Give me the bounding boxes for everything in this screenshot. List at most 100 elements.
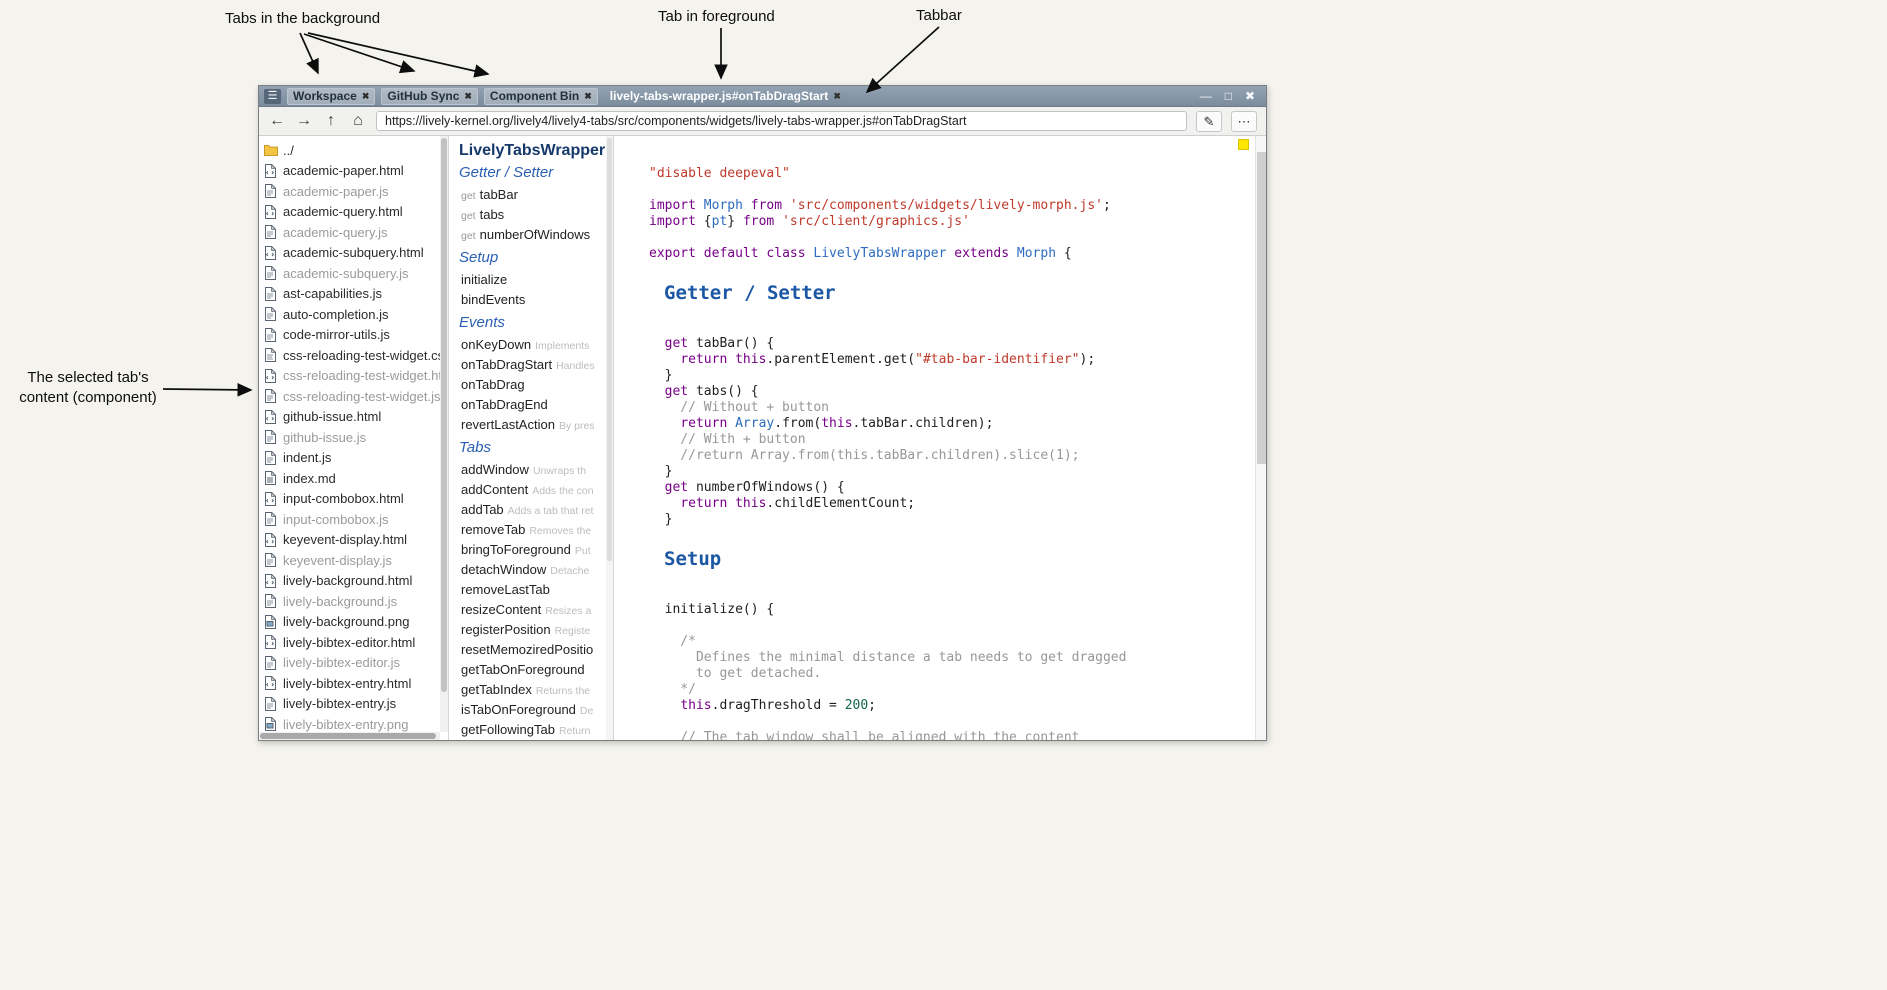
edit-button[interactable]: ✎ <box>1196 111 1222 132</box>
outline-item[interactable]: onTabDragEnd <box>459 395 613 415</box>
file-item[interactable]: input-combobox.js <box>264 509 448 530</box>
outline-section-header[interactable]: Tabs <box>459 439 613 457</box>
outline-item-name: getTabOnForeground <box>461 660 585 680</box>
lively-browser-window: ☰ Workspace✖GitHub Sync✖Component Bin✖li… <box>258 85 1267 741</box>
code-line: to get detached. <box>649 666 1246 682</box>
outline-item[interactable]: revertLastActionBy pres <box>459 415 613 435</box>
minimize-button[interactable]: — <box>1200 86 1212 107</box>
tab-background[interactable]: Component Bin ✖ <box>484 88 598 105</box>
outline-item[interactable]: detachWindowDetache <box>459 560 613 580</box>
outline-item[interactable]: removeTabRemoves the <box>459 520 613 540</box>
file-item[interactable]: academic-subquery.js <box>264 263 448 284</box>
outline-item-name: resizeContent <box>461 600 541 620</box>
scrollbar-thumb[interactable] <box>607 138 612 561</box>
file-item[interactable]: css-reloading-test-widget.ht <box>264 366 448 387</box>
file-item[interactable]: academic-paper.js <box>264 181 448 202</box>
outline-item[interactable]: addTabAdds a tab that ret <box>459 500 613 520</box>
outline-item[interactable]: onKeyDownImplements <box>459 335 613 355</box>
code-editor[interactable]: "disable deepeval" import Morph from 'sr… <box>614 136 1266 740</box>
up-button[interactable]: ↑ <box>322 110 340 132</box>
tab-close-icon[interactable]: ✖ <box>833 91 841 102</box>
outline-section-header[interactable]: Events <box>459 314 613 332</box>
file-item[interactable]: academic-paper.html <box>264 161 448 182</box>
file-item[interactable]: lively-bibtex-entry.html <box>264 673 448 694</box>
file-item[interactable]: github-issue.html <box>264 407 448 428</box>
file-item[interactable]: css-reloading-test-widget.cs <box>264 345 448 366</box>
url-input[interactable] <box>376 111 1187 131</box>
file-item[interactable]: ast-capabilities.js <box>264 284 448 305</box>
tab-background[interactable]: Workspace✖ <box>287 88 375 105</box>
tab-close-icon[interactable]: ✖ <box>464 91 472 102</box>
outline-item[interactable]: addContentAdds the con <box>459 480 613 500</box>
file-item[interactable]: github-issue.js <box>264 427 448 448</box>
outline-item[interactable]: initialize <box>459 270 613 290</box>
tab-foreground[interactable]: lively-tabs-wrapper.js#onTabDragStart✖ <box>604 88 847 105</box>
file-item[interactable]: lively-background.html <box>264 571 448 592</box>
tab-close-icon[interactable]: ✖ <box>584 91 592 102</box>
scrollbar-thumb[interactable] <box>1257 152 1266 464</box>
outline-item[interactable]: getnumberOfWindows <box>459 225 613 245</box>
menu-icon[interactable]: ☰ <box>264 89 281 104</box>
outline-item[interactable]: getFollowingTabReturn <box>459 720 613 740</box>
file-item[interactable]: lively-bibtex-entry.js <box>264 694 448 715</box>
back-button[interactable]: ← <box>268 110 286 132</box>
file-item[interactable]: academic-query.html <box>264 202 448 223</box>
html-file-icon <box>264 635 278 649</box>
outline-item[interactable]: gettabBar <box>459 185 613 205</box>
more-options-button[interactable]: ⋯ <box>1231 111 1257 132</box>
outline-item[interactable]: addWindowUnwraps th <box>459 460 613 480</box>
forward-button[interactable]: → <box>295 110 313 132</box>
tab-label: Component Bin <box>490 89 579 103</box>
tab-background[interactable]: GitHub Sync✖ <box>381 88 478 105</box>
outline-item[interactable]: resetMemoziredPositio <box>459 640 613 660</box>
file-item[interactable]: keyevent-display.html <box>264 530 448 551</box>
outline-items: Getter / Setter gettabBargettabsgetnumber… <box>459 164 613 740</box>
outline-item[interactable]: getTabIndexReturns the <box>459 680 613 700</box>
outline-item[interactable]: registerPositionRegiste <box>459 620 613 640</box>
annotation-selected-content: The selected tab's content (component) <box>6 368 170 408</box>
html-file-icon <box>264 369 278 383</box>
file-item[interactable]: academic-subquery.html <box>264 243 448 264</box>
file-item[interactable]: academic-query.js <box>264 222 448 243</box>
class-title[interactable]: LivelyTabsWrapper <box>459 142 613 160</box>
outline-item[interactable]: bringToForegroundPut <box>459 540 613 560</box>
file-item[interactable]: css-reloading-test-widget.js <box>264 386 448 407</box>
file-item[interactable]: keyevent-display.js <box>264 550 448 571</box>
maximize-button[interactable]: □ <box>1225 86 1232 107</box>
outline-scrollbar[interactable] <box>606 136 613 740</box>
editor-scrollbar[interactable] <box>1255 136 1266 740</box>
outline-item[interactable]: onTabDragStartHandles <box>459 355 613 375</box>
outline-item-doc: Resizes a <box>545 601 591 620</box>
file-item[interactable]: lively-bibtex-editor.js <box>264 653 448 674</box>
outline-item-doc: Adds the con <box>532 481 593 500</box>
outline-item[interactable]: isTabOnForegroundDe <box>459 700 613 720</box>
scrollbar-thumb[interactable] <box>260 733 436 739</box>
file-item[interactable]: input-combobox.html <box>264 489 448 510</box>
outline-item[interactable]: bindEvents <box>459 290 613 310</box>
outline-section-header[interactable]: Setup <box>459 249 613 267</box>
file-list-vertical-scrollbar[interactable] <box>440 136 448 732</box>
scrollbar-thumb[interactable] <box>441 138 447 692</box>
outline-item-name: tabs <box>480 205 505 225</box>
file-item[interactable]: code-mirror-utils.js <box>264 325 448 346</box>
file-item[interactable]: index.md <box>264 468 448 489</box>
file-browser-pane: ../academic-paper.htmlacademic-paper.jsa… <box>259 136 449 740</box>
code-line: Defines the minimal distance a tab needs… <box>649 650 1246 666</box>
outline-item[interactable]: removeLastTab <box>459 580 613 600</box>
outline-item[interactable]: resizeContentResizes a <box>459 600 613 620</box>
outline-item[interactable]: onTabDrag <box>459 375 613 395</box>
file-item[interactable]: lively-background.png <box>264 612 448 633</box>
outline-item[interactable]: getTabOnForeground <box>459 660 613 680</box>
file-item[interactable]: indent.js <box>264 448 448 469</box>
file-item[interactable]: lively-bibtex-editor.html <box>264 632 448 653</box>
file-item[interactable]: ../ <box>264 140 448 161</box>
code-line: "disable deepeval" <box>649 166 1246 182</box>
home-button[interactable]: ⌂ <box>349 110 367 132</box>
file-item[interactable]: lively-background.js <box>264 591 448 612</box>
tab-close-icon[interactable]: ✖ <box>362 91 370 102</box>
outline-item[interactable]: gettabs <box>459 205 613 225</box>
outline-section-header[interactable]: Getter / Setter <box>459 164 613 182</box>
file-item[interactable]: auto-completion.js <box>264 304 448 325</box>
file-list-horizontal-scrollbar[interactable] <box>259 732 440 740</box>
close-button[interactable]: ✖ <box>1245 86 1255 107</box>
